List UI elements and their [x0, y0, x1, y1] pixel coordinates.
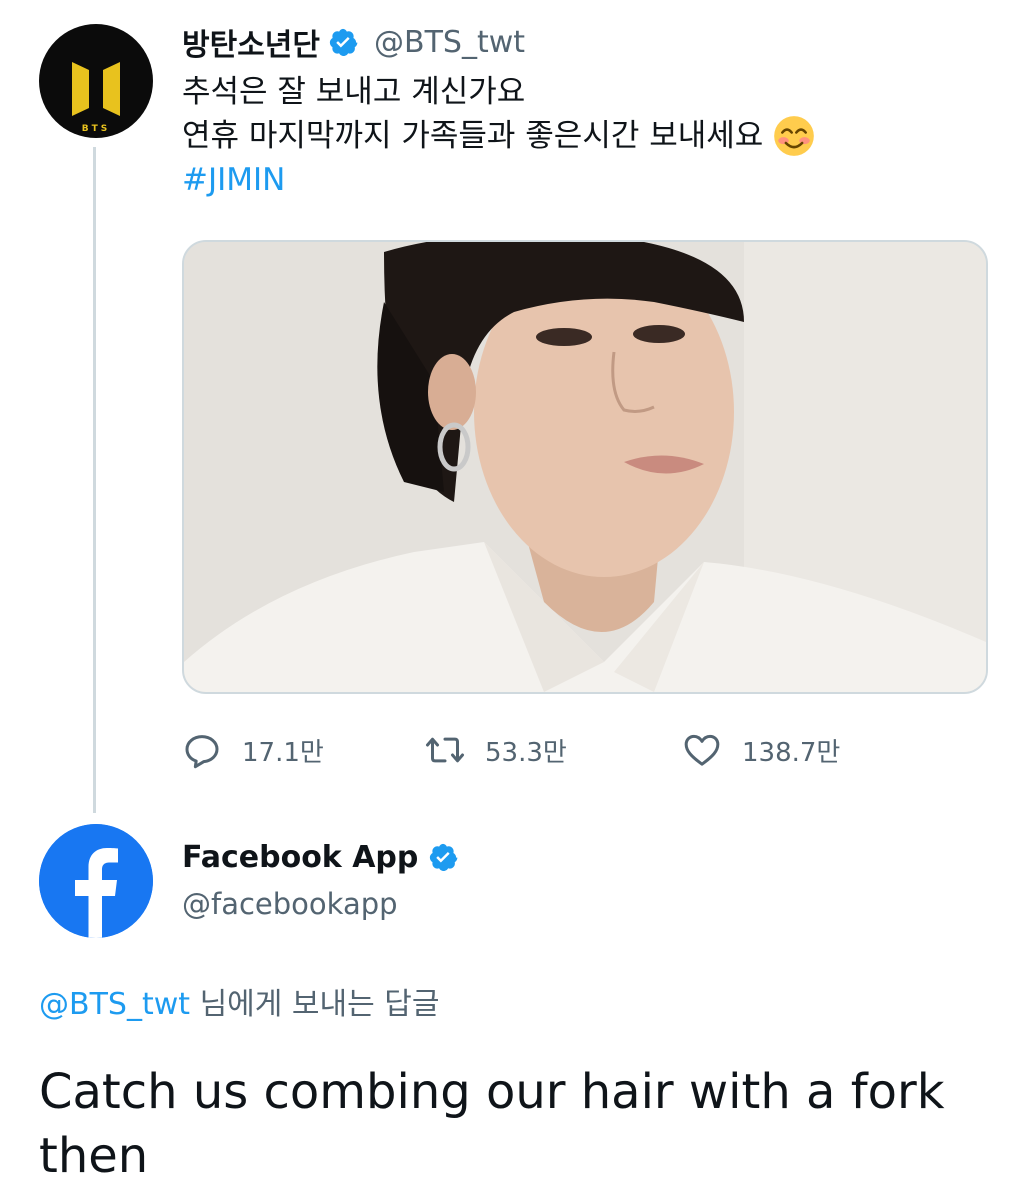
facebook-logo-icon: [39, 824, 153, 938]
like-action[interactable]: 138.7만: [682, 725, 840, 775]
tweet-author-handle[interactable]: @BTS_twt: [374, 25, 525, 60]
portrait-photo: [184, 242, 986, 692]
reply-action[interactable]: 17.1만: [182, 725, 324, 775]
bts-logo-icon: BTS: [72, 62, 120, 134]
like-count: 138.7만: [742, 737, 841, 768]
thread-connector-line: [93, 147, 96, 813]
tweet-body: 추석은 잘 보내고 계신가요 연휴 마지막까지 가족들과 좋은시간 보내세요 #…: [182, 70, 815, 202]
reply-author-handle[interactable]: @facebookapp: [182, 884, 398, 924]
reply-author-name[interactable]: Facebook App: [182, 840, 418, 875]
hashtag-link[interactable]: #JIMIN: [182, 158, 285, 202]
tweet-photo[interactable]: [182, 240, 988, 694]
verified-badge-icon: [329, 28, 358, 57]
tweet-text-line-2: 연휴 마지막까지 가족들과 좋은시간 보내세요: [182, 118, 764, 154]
bts-avatar[interactable]: BTS: [39, 24, 153, 138]
reply-author-row[interactable]: Facebook App: [182, 836, 458, 878]
replying-to-suffix: 님에게 보내는 답글: [199, 987, 440, 1022]
retweet-count: 53.3만: [485, 737, 567, 768]
tweet-actions-bar: 17.1만 53.3만 138.7만: [182, 725, 988, 775]
smiling-face-emoji-icon: [774, 116, 815, 156]
tweet-author-row[interactable]: 방탄소년단 @BTS_twt: [182, 20, 525, 64]
replying-to-mention[interactable]: @BTS_twt: [39, 987, 190, 1022]
retweet-action[interactable]: 53.3만: [425, 725, 567, 775]
bts-logo-text: BTS: [82, 124, 110, 134]
reply-icon[interactable]: [182, 730, 222, 770]
reply-text: Catch us combing our hair with a fork th…: [39, 1064, 945, 1184]
tweet-text-line-1: 추석은 잘 보내고 계신가요: [182, 74, 526, 110]
heart-icon[interactable]: [682, 730, 722, 770]
reply-count: 17.1만: [242, 737, 324, 768]
replying-to-line: @BTS_twt 님에게 보내는 답글: [39, 984, 439, 1026]
verified-badge-icon: [430, 843, 458, 871]
tweet-author-name[interactable]: 방탄소년단: [182, 20, 320, 64]
retweet-icon[interactable]: [425, 730, 465, 770]
facebook-avatar[interactable]: [39, 824, 153, 938]
